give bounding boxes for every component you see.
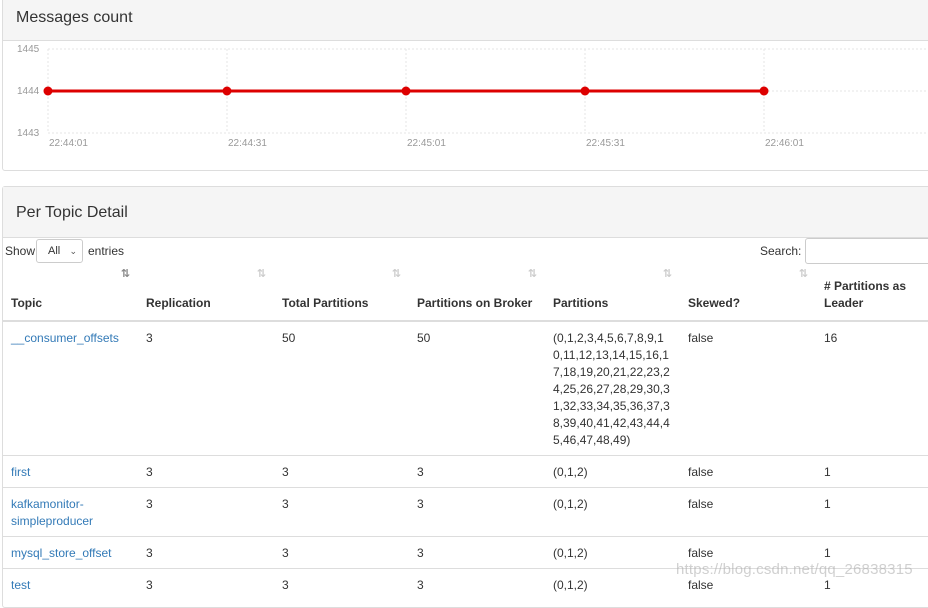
sort-icon: ⇅	[256, 268, 266, 280]
total-partitions-cell: 3	[274, 455, 409, 488]
sort-icon: ⇅	[662, 268, 672, 280]
data-point	[222, 86, 232, 96]
sort-ascending-icon: ⇅	[120, 268, 130, 280]
per-topic-detail-panel: Per Topic Detail Show All ⌄ entries Sear…	[2, 186, 928, 608]
replication-cell: 3	[138, 455, 274, 488]
replication-cell: 3	[138, 568, 274, 600]
sort-icon: ⇅	[391, 268, 401, 280]
data-point	[43, 86, 53, 96]
watermark: https://blog.csdn.net/qq_26838315	[676, 561, 913, 578]
total-partitions-cell: 3	[274, 487, 409, 537]
partitions-cell: (0,1,2)	[545, 568, 680, 600]
y-tick-label: 1445	[17, 44, 40, 55]
column-header-skewed[interactable]: Skewed? ⇅	[680, 268, 816, 322]
partitions-cell: (0,1,2,3,4,5,6,7,8,9,10,11,12,13,14,15,1…	[545, 320, 680, 456]
search-input[interactable]	[805, 238, 928, 264]
replication-cell: 3	[138, 487, 274, 537]
data-point	[401, 86, 411, 96]
data-point	[580, 86, 590, 96]
per-topic-detail-heading: Per Topic Detail	[3, 187, 928, 238]
table-row: kafkamonitor-simpleproducer 3 3 3 (0,1,2…	[3, 487, 928, 537]
table-controls: Show All ⌄ entries Search:	[3, 238, 928, 269]
column-header-partitions-as-leader[interactable]: # Partitions as Leader	[816, 270, 928, 322]
topic-table: Topic ⇅ Replication ⇅ Total Partitions ⇅ Pa…	[3, 268, 928, 600]
partitions-cell: (0,1,2)	[545, 487, 680, 537]
leader-count-cell: 1	[816, 487, 928, 537]
table-header-row: Topic ⇅ Replication ⇅ Total Partitions ⇅ Pa…	[3, 268, 928, 322]
sort-icon: ⇅	[798, 268, 808, 280]
skewed-cell: false	[680, 487, 816, 537]
leader-count-cell: 1	[816, 455, 928, 488]
x-tick-label: 22:45:31	[586, 138, 625, 149]
per-topic-detail-title: Per Topic Detail	[16, 204, 128, 221]
skewed-cell: false	[680, 455, 816, 488]
partitions-on-broker-cell: 3	[409, 455, 545, 488]
replication-cell: 3	[138, 536, 274, 569]
messages-count-chart: 1445 1444 1443 22:44:01 22:44:31 22:45:01 22:4…	[17, 44, 928, 149]
column-header-partitions[interactable]: Partitions ⇅	[545, 268, 680, 322]
topic-link[interactable]: __consumer_offsets	[11, 331, 119, 345]
messages-count-heading: Messages count	[3, 0, 928, 41]
messages-count-panel: Messages count 1445 1444 1443 22:44:01 22:44…	[2, 0, 928, 171]
total-partitions-cell: 3	[274, 536, 409, 569]
total-partitions-cell: 50	[274, 320, 409, 456]
data-point	[759, 86, 769, 96]
table-row: first 3 3 3 (0,1,2) false 1	[3, 455, 928, 488]
partitions-on-broker-cell: 3	[409, 568, 545, 600]
entries-label: entries	[88, 244, 125, 258]
y-tick-label: 1444	[17, 86, 40, 97]
column-header-topic[interactable]: Topic ⇅	[3, 268, 138, 322]
partitions-cell: (0,1,2)	[545, 536, 680, 569]
partitions-on-broker-cell: 50	[409, 320, 545, 456]
search-label: Search:	[760, 244, 802, 258]
entries-length-select[interactable]: All ⌄	[36, 239, 83, 263]
table-row: __consumer_offsets 3 50 50 (0,1,2,3,4,5,…	[3, 320, 928, 456]
topic-link[interactable]: kafkamonitor-simpleproducer	[11, 497, 93, 528]
show-label: Show	[5, 244, 36, 258]
chevron-down-icon: ⌄	[69, 246, 77, 256]
total-partitions-cell: 3	[274, 568, 409, 600]
column-header-partitions-on-broker[interactable]: Partitions on Broker ⇅	[409, 268, 545, 322]
replication-cell: 3	[138, 320, 274, 456]
topic-link[interactable]: first	[11, 465, 30, 479]
partitions-on-broker-cell: 3	[409, 487, 545, 537]
partitions-cell: (0,1,2)	[545, 455, 680, 488]
skewed-cell: false	[680, 320, 816, 456]
x-tick-label: 22:45:01	[407, 138, 446, 149]
sort-icon: ⇅	[527, 268, 537, 280]
x-tick-label: 22:44:31	[228, 138, 267, 149]
x-tick-label: 22:44:01	[49, 138, 88, 149]
x-tick-label: 22:46:01	[765, 138, 804, 149]
column-header-replication[interactable]: Replication ⇅	[138, 268, 274, 322]
column-header-total-partitions[interactable]: Total Partitions ⇅	[274, 268, 409, 322]
leader-count-cell: 16	[816, 320, 928, 456]
partitions-on-broker-cell: 3	[409, 536, 545, 569]
entries-length-value: All	[48, 245, 61, 257]
topic-link[interactable]: test	[11, 578, 30, 592]
topic-link[interactable]: mysql_store_offset	[11, 546, 112, 560]
y-tick-label: 1443	[17, 128, 40, 139]
messages-count-title: Messages count	[16, 9, 133, 26]
